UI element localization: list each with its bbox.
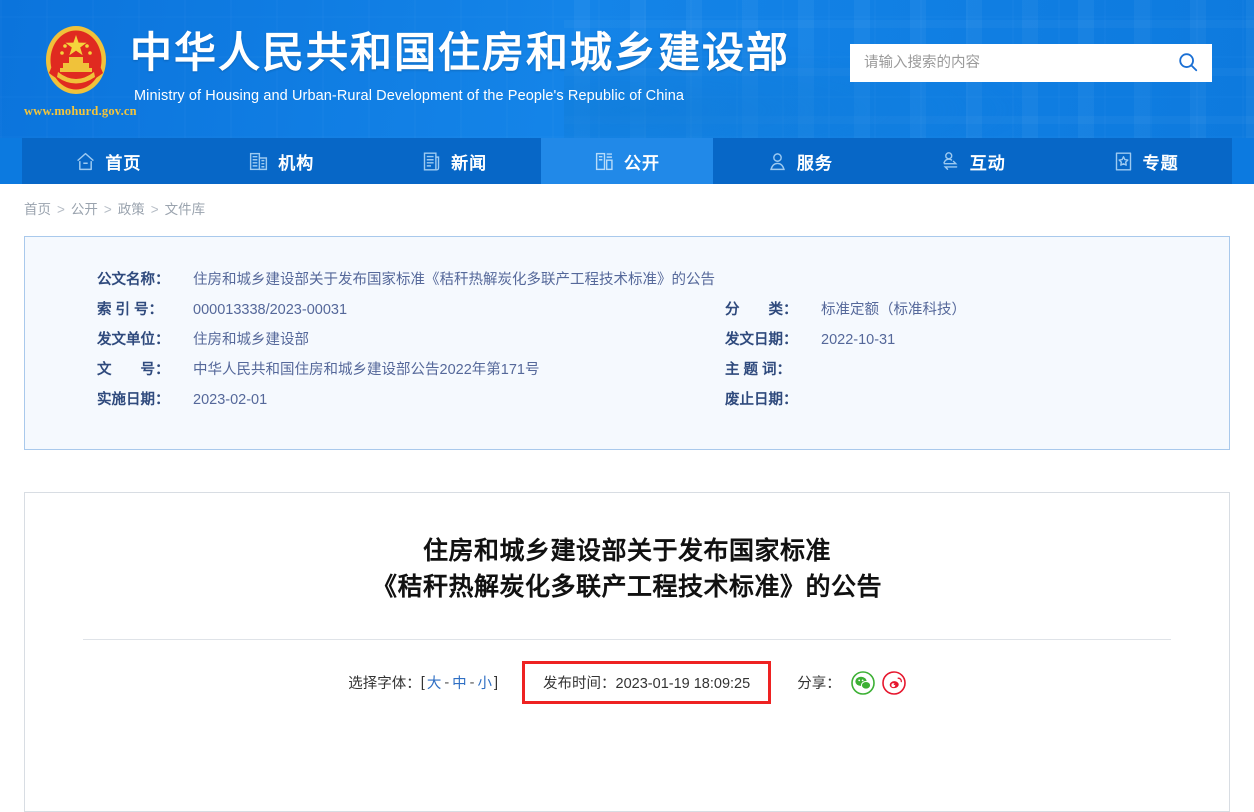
info-label: 废止日期： (725, 391, 798, 408)
share-label: 分享： (797, 676, 841, 692)
building-icon (248, 151, 269, 172)
document-content-card: 住房和城乡建设部关于发布国家标准 《秸秆热解炭化多联产工程技术标准》的公告 选择… (24, 492, 1230, 812)
info-row: 公文名称： 住房和城乡建设部关于发布国家标准《秸秆热解炭化多联产工程技术标准》的公… (25, 263, 1229, 293)
document-title: 住房和城乡建设部关于发布国家标准 《秸秆热解炭化多联产工程技术标准》的公告 (25, 493, 1229, 605)
search-button[interactable] (1164, 44, 1212, 82)
info-value: 标准定额（标准科技） (821, 301, 966, 318)
search-box[interactable] (850, 44, 1212, 82)
nav-item-3[interactable]: 新闻 (368, 138, 541, 184)
site-url-text: www.mohurd.gov.cn (24, 104, 137, 118)
info-row: 文 号： 中华人民共和国住房和城乡建设部公告2022年第171号 主 题 词： (25, 353, 1229, 383)
nav-item-6[interactable]: 互动 (886, 138, 1059, 184)
info-value: 2022-10-31 (821, 331, 896, 348)
star-topic-icon (1113, 151, 1134, 172)
nav-item-label: 新闻 (451, 153, 488, 173)
font-dash-2: - (469, 674, 475, 691)
breadcrumb-item-2[interactable]: 公开 (71, 202, 98, 217)
open-info-icon (594, 151, 615, 172)
publish-time-label: 发布时间： (543, 676, 616, 692)
publish-time-value: 2023-01-19 18:09:25 (615, 676, 751, 692)
breadcrumb: 首页 > 公开 > 政策 > 文件库 (0, 184, 1254, 228)
china-national-emblem-icon (38, 22, 114, 98)
info-label: 发文单位： (97, 331, 170, 348)
nav-item-1[interactable]: 首页 (22, 138, 195, 184)
info-cell-left: 公文名称： 住房和城乡建设部关于发布国家标准《秸秆热解炭化多联产工程技术标准》的公… (25, 268, 725, 289)
info-cell-left: 实施日期： 2023-02-01 (25, 388, 725, 409)
news-icon (421, 151, 442, 172)
info-cell-right: 主 题 词： (725, 358, 1165, 379)
main-navigation: 首页 机构 新闻 公开 服务 互动 专题 (22, 138, 1232, 184)
nav-item-4[interactable]: 公开 (540, 138, 714, 184)
info-cell-right: 发文日期： 2022-10-31 (725, 328, 1165, 349)
info-value: 中华人民共和国住房和城乡建设部公告2022年第171号 (193, 361, 540, 378)
bracket-open: [ (420, 674, 425, 691)
share-section: 分享： (797, 670, 906, 695)
nav-item-label: 首页 (105, 153, 142, 173)
publish-time-highlight: 发布时间：2023-01-19 18:09:25 (522, 661, 772, 704)
breadcrumb-item-1[interactable]: 首页 (24, 202, 51, 217)
breadcrumb-separator: > (103, 202, 112, 217)
info-value: 住房和城乡建设部关于发布国家标准《秸秆热解炭化多联产工程技术标准》的公告 (193, 271, 715, 288)
interaction-icon (940, 151, 961, 172)
info-label: 发文日期： (725, 331, 798, 348)
site-header: www.mohurd.gov.cn 中华人民共和国住房和城乡建设部 Minist… (0, 0, 1254, 138)
bracket-close: ] (494, 674, 499, 691)
nav-item-label: 服务 (796, 153, 833, 173)
info-value: 000013338/2023-00031 (193, 301, 348, 318)
info-label: 主 题 词： (725, 361, 792, 378)
site-title-en: Ministry of Housing and Urban-Rural Deve… (134, 88, 685, 104)
document-meta-bar: 选择字体： [ 大 - 中 - 小 ] 发布时间：2023-01-19 18:0… (25, 661, 1229, 704)
home-icon (75, 151, 96, 172)
breadcrumb-separator: > (57, 202, 65, 217)
info-cell-right: 分 类： 标准定额（标准科技） (725, 298, 1165, 319)
font-size-small[interactable]: 小 (478, 672, 493, 693)
info-label: 公文名称： (97, 271, 170, 288)
font-dash-1: - (444, 674, 450, 691)
breadcrumb-item-3[interactable]: 政策 (118, 202, 145, 217)
info-label: 文 号： (97, 361, 170, 378)
search-input[interactable] (850, 45, 1164, 81)
font-size-label: 选择字体： (348, 676, 421, 692)
font-size-medium[interactable]: 中 (452, 672, 467, 693)
nav-item-label: 互动 (969, 153, 1006, 173)
nav-item-2[interactable]: 机构 (195, 138, 368, 184)
info-row: 索 引 号： 000013338/2023-00031 分 类： 标准定额（标准科技） (25, 293, 1229, 323)
info-cell-left: 索 引 号： 000013338/2023-00031 (25, 298, 725, 319)
nav-item-7[interactable]: 专题 (1059, 138, 1232, 184)
breadcrumb-item-4[interactable]: 文件库 (165, 202, 206, 217)
site-title-cn: 中华人民共和国住房和城乡建设部 (130, 29, 791, 76)
nav-item-label: 机构 (278, 153, 315, 173)
info-label: 实施日期： (97, 391, 170, 408)
document-title-line2: 《秸秆热解炭化多联产工程技术标准》的公告 (371, 573, 882, 601)
info-label: 分 类： (725, 301, 798, 318)
nav-item-label: 公开 (624, 153, 660, 173)
info-row: 实施日期： 2023-02-01 废止日期： (25, 383, 1229, 413)
info-label: 索 引 号： (97, 301, 164, 318)
nav-item-label: 专题 (1142, 153, 1179, 173)
info-value: 住房和城乡建设部 (193, 331, 309, 348)
info-cell-right: 废止日期： (725, 388, 1165, 409)
info-cell-left: 文 号： 中华人民共和国住房和城乡建设部公告2022年第171号 (25, 358, 725, 379)
font-size-picker: 选择字体： [ 大 - 中 - 小 ] (348, 672, 498, 693)
content-divider (83, 639, 1171, 640)
wechat-share-icon[interactable] (850, 670, 875, 695)
weibo-share-icon[interactable] (881, 670, 906, 695)
font-size-large[interactable]: 大 (427, 672, 442, 693)
person-service-icon (767, 151, 788, 172)
breadcrumb-separator: > (150, 202, 159, 217)
nav-item-5[interactable]: 服务 (713, 138, 886, 184)
info-cell-left: 发文单位： 住房和城乡建设部 (25, 328, 725, 349)
info-row: 发文单位： 住房和城乡建设部 发文日期： 2022-10-31 (25, 323, 1229, 353)
info-value: 2023-02-01 (193, 391, 268, 408)
document-info-card: 公文名称： 住房和城乡建设部关于发布国家标准《秸秆热解炭化多联产工程技术标准》的公… (24, 236, 1230, 450)
search-icon (1177, 51, 1199, 76)
document-title-line1: 住房和城乡建设部关于发布国家标准 (422, 537, 831, 565)
main-navigation-bar: 首页 机构 新闻 公开 服务 互动 专题 (0, 138, 1254, 184)
